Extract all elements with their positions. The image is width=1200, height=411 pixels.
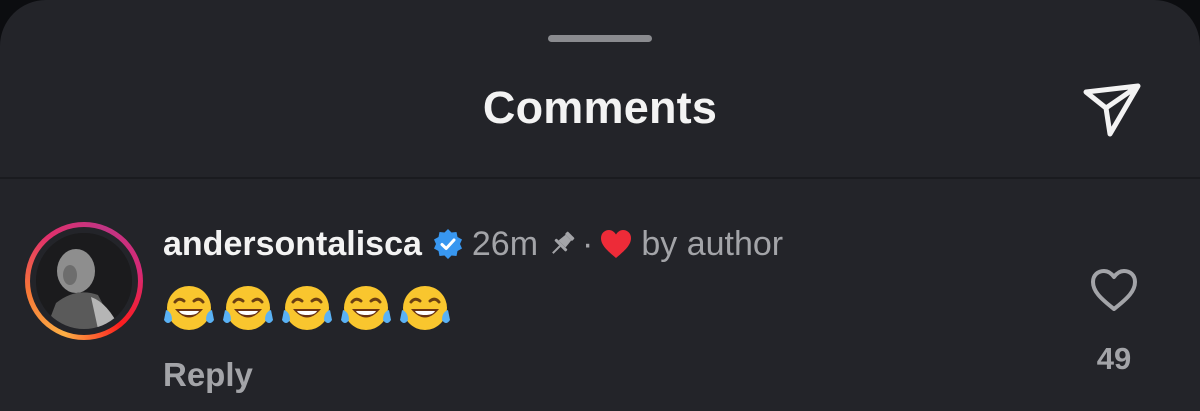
avatar-photo xyxy=(36,233,132,329)
heart-outline-icon[interactable] xyxy=(1088,266,1140,314)
pin-icon xyxy=(552,231,575,254)
comment-text xyxy=(163,282,451,334)
tears-of-joy-emoji xyxy=(400,286,450,330)
comment-meta: andersontalisca 26m · by author xyxy=(163,224,783,264)
red-heart-icon xyxy=(601,230,632,258)
page-title: Comments xyxy=(482,82,718,133)
separator-dot: · xyxy=(582,224,594,263)
tears-of-joy-emoji xyxy=(164,286,214,330)
tears-of-joy-emoji xyxy=(282,286,332,330)
story-ring[interactable] xyxy=(25,222,143,340)
like-count: 49 xyxy=(1096,341,1132,376)
reply-button[interactable]: Reply xyxy=(163,356,253,394)
author-like-label: by author xyxy=(641,224,784,263)
paper-plane-icon[interactable] xyxy=(1080,78,1144,142)
comment-time: 26m xyxy=(471,224,539,263)
comments-sheet: Comments andersontalisca 26m · by author… xyxy=(0,0,1200,411)
tears-of-joy-emoji xyxy=(223,286,273,330)
avatar[interactable] xyxy=(36,233,132,329)
drag-handle[interactable] xyxy=(548,35,652,42)
tears-of-joy-emoji xyxy=(341,286,391,330)
comment-item: andersontalisca 26m · by author Reply 49 xyxy=(0,179,1200,411)
username[interactable]: andersontalisca xyxy=(163,225,422,264)
verified-badge-icon xyxy=(433,229,462,259)
